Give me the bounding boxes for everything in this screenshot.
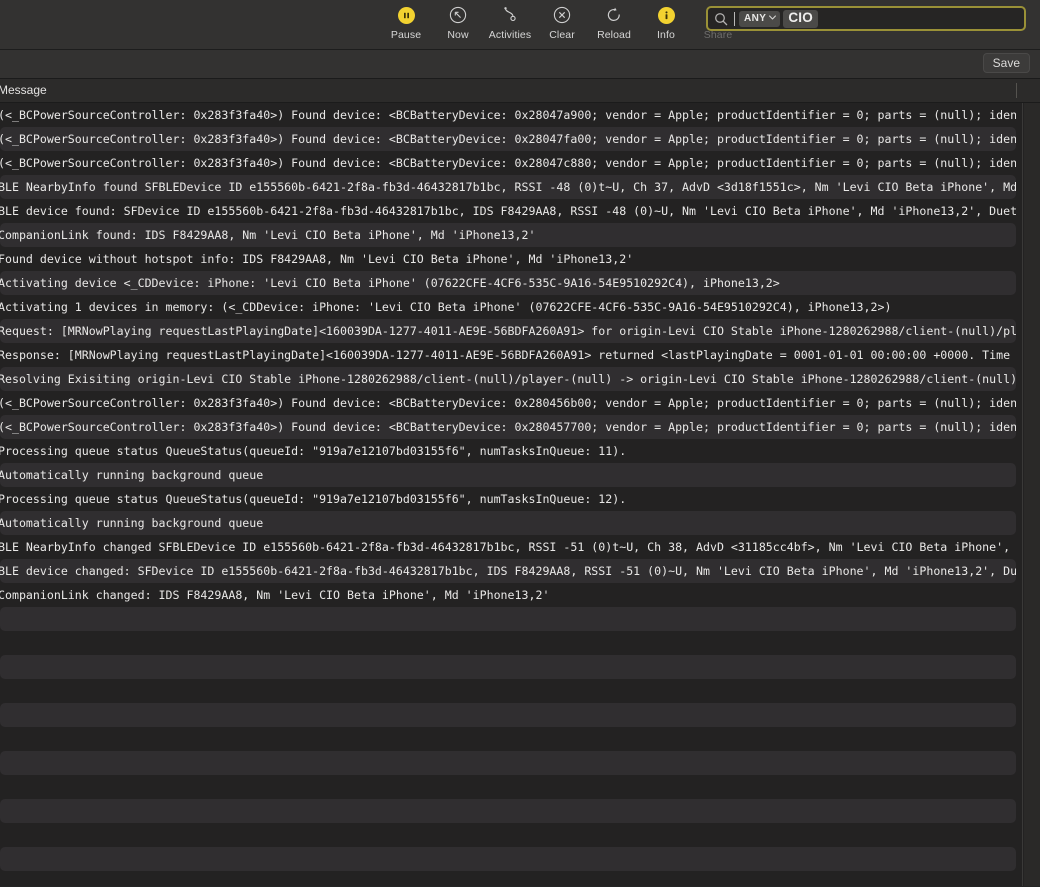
log-message-text: BLE device changed: SFDevice ID e155560b… — [0, 564, 1016, 578]
search-caret-divider — [734, 11, 735, 26]
log-row[interactable]: CompanionLink found: IDS F8429AA8, Nm 'L… — [0, 223, 1016, 247]
search-input[interactable]: ANY CIO — [706, 6, 1026, 31]
log-message-text: Automatically running background queue — [0, 468, 264, 482]
log-row[interactable]: BLE device found: SFDevice ID e155560b-6… — [0, 199, 1016, 223]
toolbar-button-info[interactable]: Info — [640, 4, 692, 41]
clear-icon — [551, 4, 573, 26]
filter-bar: Save — [0, 50, 1040, 79]
log-row[interactable] — [0, 847, 1016, 871]
log-message-text: BLE NearbyInfo found SFBLEDevice ID e155… — [0, 180, 1016, 194]
search-field-container[interactable]: ANY CIO — [706, 6, 1026, 31]
toolbar-button-activities[interactable]: Activities — [484, 4, 536, 41]
log-row[interactable] — [0, 679, 1016, 703]
log-row[interactable]: Automatically running background queue — [0, 463, 1016, 487]
log-message-text: Automatically running background queue — [0, 516, 264, 530]
log-row[interactable]: Automatically running background queue — [0, 511, 1016, 535]
toolbar-button-reload[interactable]: Reload — [588, 4, 640, 41]
toolbar-button-clear[interactable]: Clear — [536, 4, 588, 41]
log-row[interactable] — [0, 727, 1016, 751]
log-row[interactable] — [0, 823, 1016, 847]
log-row[interactable] — [0, 799, 1016, 823]
log-row[interactable] — [0, 631, 1016, 655]
log-row[interactable]: Response: [MRNowPlaying requestLastPlayi… — [0, 343, 1016, 367]
column-resize-handle[interactable] — [1016, 83, 1017, 98]
log-row[interactable] — [0, 751, 1016, 775]
log-message-text: BLE device found: SFDevice ID e155560b-6… — [0, 204, 1016, 218]
log-row[interactable]: Found device without hotspot info: IDS F… — [0, 247, 1016, 271]
log-message-text: Processing queue status QueueStatus(queu… — [0, 492, 627, 506]
log-message-text: Processing queue status QueueStatus(queu… — [0, 444, 627, 458]
log-row[interactable]: CompanionLink changed: IDS F8429AA8, Nm … — [0, 583, 1016, 607]
reload-icon — [603, 4, 625, 26]
log-message-text: BLE NearbyInfo changed SFBLEDevice ID e1… — [0, 540, 1016, 554]
search-icon — [714, 12, 728, 26]
toolbar-button-reload-label: Reload — [597, 29, 631, 41]
log-message-text: CompanionLink changed: IDS F8429AA8, Nm … — [0, 588, 550, 602]
log-row[interactable]: Activating device <_CDDevice: iPhone: 'L… — [0, 271, 1016, 295]
log-row[interactable]: (<_BCPowerSourceController: 0x283f3fa40>… — [0, 391, 1016, 415]
toolbar-button-activities-label: Activities — [488, 29, 532, 41]
chevron-down-icon — [769, 14, 777, 22]
log-row[interactable]: BLE device changed: SFDevice ID e155560b… — [0, 559, 1016, 583]
save-button[interactable]: Save — [982, 53, 1030, 73]
log-row[interactable] — [0, 775, 1016, 799]
log-row[interactable]: Resolving Exisiting origin-Levi CIO Stab… — [0, 367, 1016, 391]
list-right-divider — [1022, 103, 1023, 886]
log-message-text: CompanionLink found: IDS F8429AA8, Nm 'L… — [0, 228, 536, 242]
info-icon — [655, 4, 677, 26]
toolbar-button-now[interactable]: Now — [432, 4, 484, 41]
search-scope-token[interactable]: ANY — [739, 10, 781, 27]
log-row[interactable]: (<_BCPowerSourceController: 0x283f3fa40>… — [0, 103, 1016, 127]
scrollbar-track[interactable] — [1024, 103, 1040, 886]
search-query-label: CIO — [788, 10, 813, 25]
log-row[interactable]: Activating 1 devices in memory: (<_CDDev… — [0, 295, 1016, 319]
log-row[interactable] — [0, 607, 1016, 631]
log-message-list[interactable]: (<_BCPowerSourceController: 0x283f3fa40>… — [0, 103, 1040, 886]
log-row[interactable]: Request: [MRNowPlaying requestLastPlayin… — [0, 319, 1016, 343]
log-message-text: Request: [MRNowPlaying requestLastPlayin… — [0, 324, 1016, 338]
log-message-text: (<_BCPowerSourceController: 0x283f3fa40>… — [0, 420, 1016, 434]
log-row[interactable]: (<_BCPowerSourceController: 0x283f3fa40>… — [0, 127, 1016, 151]
log-message-text: Activating device <_CDDevice: iPhone: 'L… — [0, 276, 780, 290]
log-message-text: Found device without hotspot info: IDS F… — [0, 252, 634, 266]
toolbar-button-pause[interactable]: Pause — [380, 4, 432, 41]
log-message-text: Resolving Exisiting origin-Levi CIO Stab… — [0, 372, 1016, 386]
activities-icon — [499, 4, 521, 26]
toolbar-button-clear-label: Clear — [549, 29, 575, 41]
log-row[interactable] — [0, 655, 1016, 679]
toolbar-button-pause-label: Pause — [390, 29, 422, 41]
log-row[interactable]: BLE NearbyInfo changed SFBLEDevice ID e1… — [0, 535, 1016, 559]
now-icon — [447, 4, 469, 26]
log-message-text: (<_BCPowerSourceController: 0x283f3fa40>… — [0, 396, 1016, 410]
log-row[interactable]: (<_BCPowerSourceController: 0x283f3fa40>… — [0, 151, 1016, 175]
toolbar-button-now-label: Now — [447, 29, 469, 41]
log-message-text: Activating 1 devices in memory: (<_CDDev… — [0, 300, 892, 314]
column-header-message[interactable]: Message — [0, 83, 47, 98]
log-row[interactable] — [0, 703, 1016, 727]
log-row[interactable]: Processing queue status QueueStatus(queu… — [0, 487, 1016, 511]
toolbar-button-group: Pause Now Activities Clear Reload Info S… — [380, 4, 744, 41]
log-message-text: (<_BCPowerSourceController: 0x283f3fa40>… — [0, 108, 1016, 122]
log-message-text: Response: [MRNowPlaying requestLastPlayi… — [0, 348, 1016, 362]
log-row[interactable]: Processing queue status QueueStatus(queu… — [0, 439, 1016, 463]
search-query-token[interactable]: CIO — [783, 9, 818, 28]
toolbar: Pause Now Activities Clear Reload Info S… — [0, 0, 1040, 50]
pause-icon — [395, 4, 417, 26]
log-message-text: (<_BCPowerSourceController: 0x283f3fa40>… — [0, 132, 1016, 146]
log-message-text: (<_BCPowerSourceController: 0x283f3fa40>… — [0, 156, 1016, 170]
console-window: Pause Now Activities Clear Reload Info S… — [0, 0, 1040, 887]
column-header-row: Message — [0, 79, 1040, 103]
search-scope-label: ANY — [744, 12, 767, 24]
toolbar-button-info-label: Info — [657, 29, 675, 41]
log-row[interactable]: (<_BCPowerSourceController: 0x283f3fa40>… — [0, 415, 1016, 439]
log-row[interactable]: BLE NearbyInfo found SFBLEDevice ID e155… — [0, 175, 1016, 199]
